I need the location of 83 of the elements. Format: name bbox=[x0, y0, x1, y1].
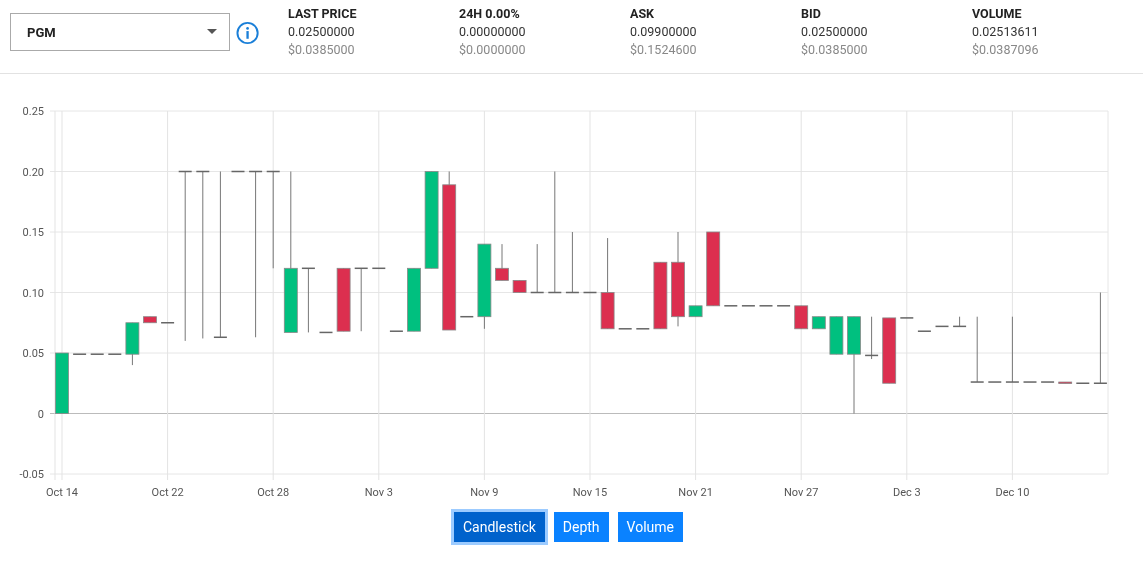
stat-label: LAST PRICE bbox=[288, 6, 357, 21]
candlestick bbox=[125, 322, 140, 366]
x-axis-label: Dec 3 bbox=[892, 486, 921, 499]
stat-usd-value: $0.0385000 bbox=[288, 42, 355, 57]
candlestick bbox=[407, 267, 421, 332]
candlestick bbox=[794, 305, 809, 330]
stat-usd-value: $0.0385000 bbox=[801, 42, 868, 57]
stat-usd-value: $0.0387096 bbox=[972, 42, 1039, 57]
x-axis-label: Nov 27 bbox=[783, 486, 819, 499]
stat-label: 24H 0.00% bbox=[459, 6, 520, 21]
candlestick bbox=[636, 328, 650, 330]
stat-value: 0.02500000 bbox=[801, 24, 868, 39]
y-axis-label: 0.20 bbox=[22, 165, 44, 179]
candlestick bbox=[953, 316, 967, 328]
candlestick bbox=[900, 317, 914, 319]
candlestick bbox=[759, 305, 773, 307]
candlestick bbox=[741, 305, 755, 307]
candlestick bbox=[618, 328, 632, 330]
candlestick bbox=[1005, 316, 1019, 383]
candlestick bbox=[988, 381, 1002, 383]
chart-type-button[interactable]: Candlestick bbox=[454, 512, 545, 542]
candlestick bbox=[653, 261, 668, 330]
y-axis-label: 0.15 bbox=[22, 226, 44, 239]
candlestick bbox=[777, 305, 791, 307]
candlestick bbox=[90, 353, 104, 355]
y-axis-label: 0.05 bbox=[22, 347, 44, 360]
candlestick bbox=[55, 352, 69, 414]
x-axis-label: Oct 14 bbox=[46, 486, 78, 499]
candlestick bbox=[108, 353, 122, 355]
candlestick bbox=[161, 322, 175, 324]
market-dropdown[interactable]: PGM bbox=[10, 13, 230, 51]
candlestick bbox=[688, 305, 703, 318]
candlestick bbox=[724, 305, 738, 307]
info-icon[interactable] bbox=[235, 21, 259, 45]
candlestick bbox=[389, 330, 403, 332]
candlestick bbox=[1023, 381, 1037, 383]
stat-usd-value: $0.0000000 bbox=[459, 42, 526, 57]
x-axis-label: Dec 10 bbox=[995, 486, 1030, 499]
candlestick bbox=[231, 170, 245, 173]
x-axis-label: Nov 3 bbox=[364, 486, 393, 499]
candlestick bbox=[372, 267, 386, 270]
candlestick bbox=[354, 267, 368, 332]
candlestick bbox=[811, 316, 826, 330]
stat-label: ASK bbox=[630, 6, 655, 21]
candlestick bbox=[143, 316, 157, 324]
y-axis-label: 0 bbox=[37, 407, 44, 421]
stat-value: 0.02513611 bbox=[972, 24, 1039, 39]
candlestick bbox=[301, 267, 315, 333]
candlestick bbox=[336, 267, 351, 332]
x-axis-label: Oct 28 bbox=[257, 486, 290, 499]
chart-type-button[interactable]: Depth bbox=[553, 512, 609, 542]
candlestick bbox=[1058, 381, 1073, 384]
x-axis-label: Nov 9 bbox=[470, 486, 499, 499]
stat-label: VOLUME bbox=[972, 6, 1022, 21]
caret-icon bbox=[206, 29, 217, 35]
candlestick bbox=[565, 231, 579, 294]
stat-usd-value: $0.1524600 bbox=[630, 42, 697, 57]
y-axis-label: 0.25 bbox=[22, 105, 44, 118]
candlestick bbox=[935, 325, 949, 328]
y-axis-label: -0.05 bbox=[19, 468, 44, 481]
x-axis-label: Oct 22 bbox=[151, 486, 184, 499]
candlestick bbox=[530, 243, 544, 294]
chart-type-button[interactable]: Volume bbox=[617, 512, 683, 542]
y-axis-label: 0.10 bbox=[22, 286, 44, 300]
candlestick bbox=[512, 279, 527, 293]
candlestick bbox=[865, 316, 879, 360]
candlestick bbox=[829, 316, 844, 355]
stat-value: 0.09900000 bbox=[630, 24, 697, 39]
candlestick bbox=[882, 317, 897, 384]
stat-label: BID bbox=[801, 6, 821, 21]
candlestick bbox=[917, 330, 931, 332]
x-axis-label: Nov 21 bbox=[678, 486, 713, 499]
candlestick bbox=[319, 331, 333, 334]
stat-value: 0.02500000 bbox=[288, 24, 355, 39]
candlestick bbox=[73, 353, 87, 355]
candlestick bbox=[1076, 382, 1090, 384]
candlestick bbox=[495, 243, 509, 281]
x-axis-label: Nov 15 bbox=[572, 486, 608, 499]
candlestick bbox=[583, 291, 597, 294]
candlestick bbox=[970, 316, 984, 383]
candlestick bbox=[460, 315, 474, 318]
candlestick bbox=[1041, 381, 1055, 383]
stat-value: 0.00000000 bbox=[459, 24, 526, 39]
